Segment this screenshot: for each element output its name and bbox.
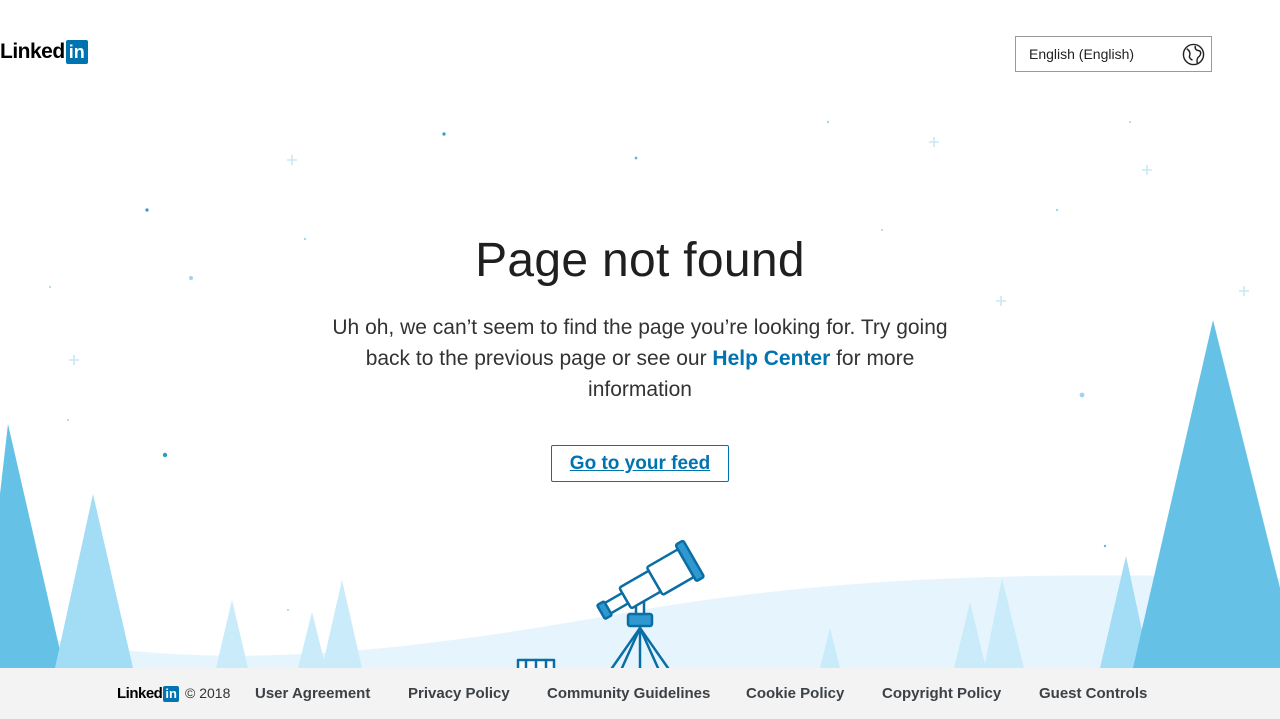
globe-icon	[1182, 43, 1205, 66]
logo-wordmark: Linked	[0, 40, 65, 63]
error-content: Page not found Uh oh, we can’t seem to f…	[0, 232, 1280, 482]
page-title: Page not found	[475, 234, 805, 287]
footer-linkedin-logo[interactable]: Linked in	[117, 685, 179, 702]
logo-in-box: in	[65, 40, 88, 64]
tree-left-medium	[55, 494, 133, 668]
go-to-feed-button[interactable]: Go to your feed	[551, 445, 729, 482]
language-selector[interactable]: English (English)	[1015, 36, 1212, 72]
tree-left-small-2	[322, 580, 362, 668]
footer-link-privacy-policy[interactable]: Privacy Policy	[408, 685, 510, 702]
footer-link-copyright-policy[interactable]: Copyright Policy	[882, 685, 1001, 702]
footer-link-cookie-policy[interactable]: Cookie Policy	[746, 685, 844, 702]
footer-logo-wordmark: Linked	[117, 685, 163, 702]
header: Linked in English (English)	[0, 0, 1280, 110]
language-selected: English (English)	[1029, 46, 1135, 62]
linkedin-logo[interactable]: Linked in	[0, 40, 88, 64]
copyright-text: © 2018	[185, 685, 231, 701]
footer-link-community-guidelines[interactable]: Community Guidelines	[547, 685, 710, 702]
tree-left-small-1	[216, 600, 248, 668]
help-center-link[interactable]: Help Center	[712, 347, 830, 370]
footer-logo-in-box: in	[163, 685, 179, 702]
footer: Linked in © 2018 User Agreement Privacy …	[0, 668, 1280, 719]
footer-link-guest-controls[interactable]: Guest Controls	[1039, 685, 1147, 702]
error-message: Uh oh, we can’t seem to find the page yo…	[315, 312, 965, 405]
tree-left-small-3	[298, 612, 326, 668]
footer-link-user-agreement[interactable]: User Agreement	[255, 685, 370, 702]
